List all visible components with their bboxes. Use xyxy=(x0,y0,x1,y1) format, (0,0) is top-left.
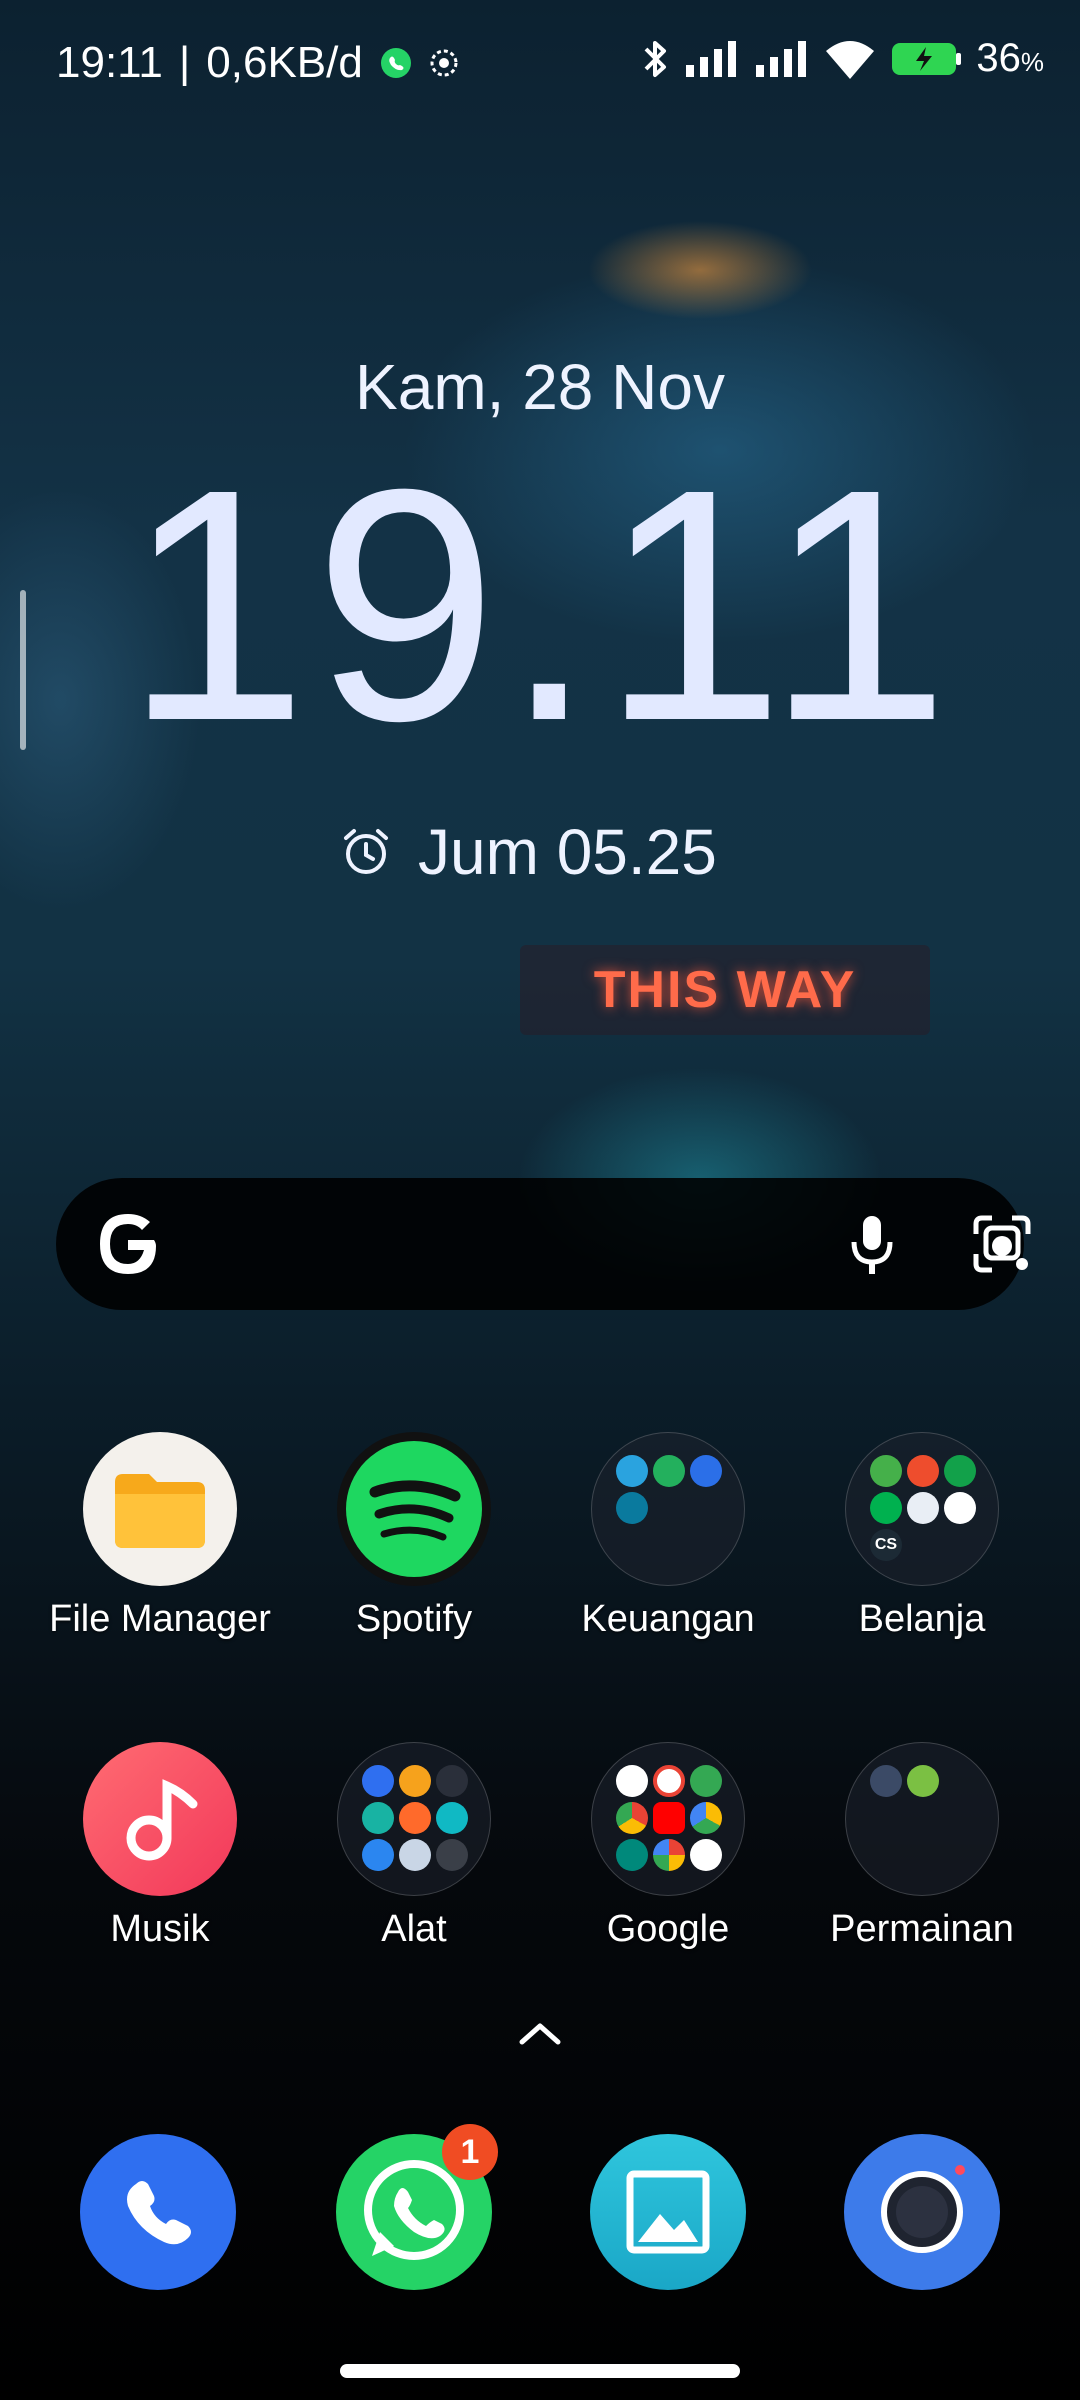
folder-keuangan-icon xyxy=(591,1432,745,1586)
gesture-nav-bar[interactable] xyxy=(340,2364,740,2378)
lock-date[interactable]: Kam, 28 Nov xyxy=(0,350,1080,424)
dock-camera[interactable] xyxy=(844,2134,1000,2290)
clock-mini-icon xyxy=(436,1765,468,1797)
folder-icon xyxy=(83,1432,237,1586)
battery-charging-icon xyxy=(892,42,962,75)
gallery-icon xyxy=(590,2134,746,2290)
app-label: Spotify xyxy=(355,1598,473,1640)
google-lens-icon[interactable] xyxy=(966,1208,1038,1280)
dock-gallery[interactable] xyxy=(590,2134,746,2290)
meet-mini-icon xyxy=(616,1839,648,1871)
next-alarm[interactable]: Jum 05.25 xyxy=(340,815,717,889)
app-label: Google xyxy=(606,1908,730,1950)
music-note-icon xyxy=(83,1742,237,1896)
wallpaper-sign: THIS WAY xyxy=(520,945,930,1035)
app-label: Keuangan xyxy=(581,1598,755,1640)
notification-badge: 1 xyxy=(442,2124,498,2180)
folder-permainan-icon xyxy=(845,1742,999,1896)
flutter-app-icon xyxy=(907,1492,939,1524)
bank-app-icon xyxy=(653,1455,685,1487)
status-left: 19:11 | 0,6KB/d xyxy=(56,38,459,88)
misc-mini-icon xyxy=(436,1839,468,1871)
wifi-icon xyxy=(826,40,875,79)
app-label: Musik xyxy=(110,1908,210,1950)
folder-alat-icon xyxy=(337,1742,491,1896)
download-mini-icon xyxy=(362,1839,394,1871)
drive-mini-icon xyxy=(690,1802,722,1834)
status-right: 36% xyxy=(642,36,1044,81)
compass-mini-icon xyxy=(399,1839,431,1871)
alarm-time: Jum 05.25 xyxy=(418,816,717,888)
spotify-icon xyxy=(337,1432,491,1586)
exchange-app-icon xyxy=(616,1492,648,1524)
dock-whatsapp[interactable]: 1 xyxy=(336,2124,498,2290)
microphone-icon[interactable] xyxy=(836,1208,908,1280)
scanner-mini-icon xyxy=(436,1802,468,1834)
folder-alat[interactable]: Alat xyxy=(287,1742,541,1951)
app-musik[interactable]: Musik xyxy=(33,1742,287,1951)
screen-recorder-mini-icon xyxy=(399,1802,431,1834)
folder-permainan[interactable]: Permainan xyxy=(795,1742,1049,1951)
one-mini-icon xyxy=(690,1839,722,1871)
telegram-icon xyxy=(616,1455,648,1487)
alarm-clock-icon xyxy=(344,829,388,874)
bluetooth-icon xyxy=(644,40,667,77)
cs-app-icon: CS xyxy=(870,1529,902,1561)
gojek-icon xyxy=(944,1455,976,1487)
whatsapp-icon xyxy=(380,48,411,78)
folder-google-icon xyxy=(591,1742,745,1896)
folder-belanja[interactable]: CS Belanja xyxy=(795,1432,1049,1641)
google-mini-icon xyxy=(616,1765,648,1797)
battery-percent: 36% xyxy=(976,36,1044,80)
phone-icon xyxy=(80,2134,236,2290)
grab-icon xyxy=(870,1492,902,1524)
google-g-icon xyxy=(100,1214,156,1274)
recorder-mini-icon xyxy=(362,1802,394,1834)
app-file-manager[interactable]: File Manager xyxy=(33,1432,287,1641)
status-separator: | xyxy=(178,38,191,87)
folder-google[interactable]: Google xyxy=(541,1742,795,1951)
folder-belanja-icon: CS xyxy=(845,1432,999,1586)
game-controller-mini-icon xyxy=(870,1765,902,1797)
chrome-mini-icon xyxy=(616,1802,648,1834)
phone-mini-icon xyxy=(362,1765,394,1797)
app-label: File Manager xyxy=(49,1598,271,1640)
status-bar: 19:11 | 0,6KB/d 36% xyxy=(0,0,1080,120)
tokopedia-icon xyxy=(870,1455,902,1487)
youtube-mini-icon xyxy=(653,1802,685,1834)
folder-keuangan[interactable]: Keuangan xyxy=(541,1432,795,1641)
dock-phone[interactable] xyxy=(80,2134,236,2290)
game-mini-icon xyxy=(907,1765,939,1797)
chevron-up-icon[interactable] xyxy=(516,2018,564,2048)
wallet-diamond-icon xyxy=(690,1455,722,1487)
notes-mini-icon xyxy=(399,1765,431,1797)
app-label: Alat xyxy=(381,1908,447,1950)
signal-sim1-icon xyxy=(686,40,737,77)
photos-mini-icon xyxy=(653,1839,685,1871)
google-search-bar[interactable] xyxy=(56,1178,1031,1310)
lock-clock[interactable]: 19.11 xyxy=(0,440,1080,770)
app-label: Belanja xyxy=(858,1598,986,1640)
settings-gear-icon xyxy=(430,49,458,77)
app-spotify[interactable]: Spotify xyxy=(287,1432,541,1641)
signal-sim2-icon xyxy=(756,40,807,77)
camera-icon xyxy=(844,2134,1000,2290)
gmail-mini-icon xyxy=(653,1765,685,1797)
status-time: 19:11 xyxy=(56,38,163,87)
app-label: Permainan xyxy=(830,1908,1014,1950)
gmail-icon xyxy=(944,1492,976,1524)
maps-mini-icon xyxy=(690,1765,722,1797)
shopee-icon xyxy=(907,1455,939,1487)
network-speed: 0,6KB/d xyxy=(206,38,363,87)
